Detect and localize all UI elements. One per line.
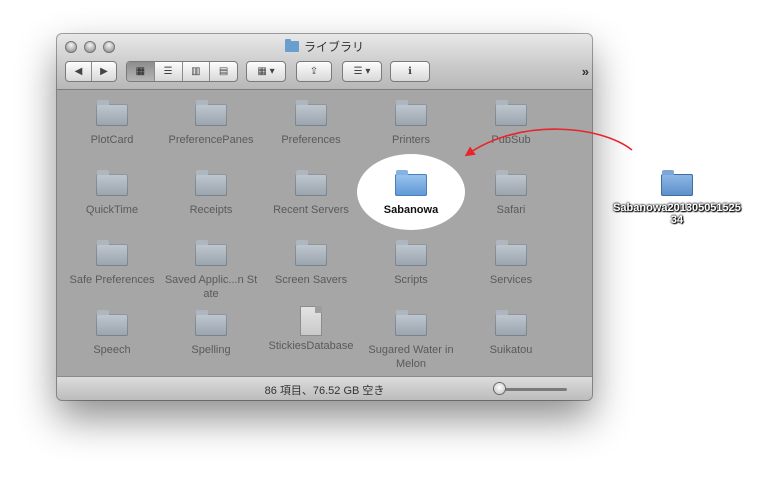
file-item[interactable]: Recent Servers	[263, 168, 359, 217]
folder-icon	[195, 240, 227, 266]
folder-icon	[395, 310, 427, 336]
file-item[interactable]: Scripts	[363, 238, 459, 287]
file-item[interactable]: PreferencePanes	[163, 98, 259, 147]
file-item[interactable]: Saved Applic...n State	[163, 238, 259, 301]
toolbar-overflow-icon[interactable]: »	[582, 64, 589, 79]
window-title-text: ライブラリ	[303, 40, 364, 54]
folder-icon	[96, 170, 128, 196]
icon-size-slider-thumb[interactable]	[494, 383, 505, 394]
file-item-label: PubSub	[491, 134, 531, 146]
folder-icon	[295, 100, 327, 126]
file-item[interactable]: Preferences	[263, 98, 359, 147]
file-item-label: Speech	[93, 344, 131, 356]
file-item[interactable]: Safe Preferences	[64, 238, 160, 287]
file-item[interactable]: Services	[463, 238, 559, 287]
folder-icon	[661, 170, 693, 196]
info-button[interactable]: ℹ	[390, 61, 430, 82]
file-item[interactable]: Suikatou	[463, 308, 559, 357]
share-icon: ⇪	[309, 66, 319, 77]
folder-icon	[395, 100, 427, 126]
column-view-button[interactable]: ▥	[183, 62, 211, 81]
file-item[interactable]: Sugared Water in Melon	[363, 308, 459, 371]
back-button[interactable]: ◀	[66, 62, 92, 81]
file-item[interactable]: Sabanowa	[363, 168, 459, 217]
file-icon-grid[interactable]: PlotCard PreferencePanes Preferences Printe…	[57, 90, 592, 376]
folder-icon	[295, 170, 327, 196]
folder-icon	[495, 100, 527, 126]
file-item-label: Receipts	[189, 204, 233, 216]
action-button[interactable]: ☰ ▾	[342, 61, 382, 82]
folder-icon	[195, 170, 227, 196]
file-item-label: PlotCard	[90, 134, 134, 146]
coverflow-view-button[interactable]: ▤	[210, 62, 237, 81]
file-item-label: Preferences	[281, 134, 341, 146]
file-item-label: Sabanowa	[383, 204, 439, 216]
file-item-label: Services	[489, 274, 533, 286]
file-item-label: StickiesDatabase	[268, 340, 354, 352]
file-item-label: PreferencePanes	[168, 134, 254, 146]
file-item-label: Saved Applic...n State	[164, 274, 258, 300]
title-bar[interactable]: ライブラリ ◀ ▶ ▦ ☰ ▥ ▤ ▦ ▾ ⇪ ☰ ▾ ℹ »	[57, 34, 592, 90]
file-item[interactable]: Spelling	[163, 308, 259, 357]
folder-icon	[96, 100, 128, 126]
arrange-icon: ▦ ▾	[257, 66, 275, 77]
file-item-label: Safe Preferences	[69, 274, 155, 286]
desktop-folder[interactable]: Sabanowa20130505152534	[612, 168, 742, 226]
folder-icon	[495, 240, 527, 266]
nav-buttons: ◀ ▶	[65, 61, 117, 82]
folder-icon	[195, 100, 227, 126]
folder-icon	[395, 170, 427, 196]
file-item[interactable]: PlotCard	[64, 98, 160, 147]
share-button[interactable]: ⇪	[296, 61, 332, 82]
file-item[interactable]: PubSub	[463, 98, 559, 147]
finder-window: ライブラリ ◀ ▶ ▦ ☰ ▥ ▤ ▦ ▾ ⇪ ☰ ▾ ℹ » PlotCard…	[57, 34, 592, 400]
file-item-label: Scripts	[394, 274, 428, 286]
file-item[interactable]: Printers	[363, 98, 459, 147]
file-item[interactable]: Speech	[64, 308, 160, 357]
folder-icon	[395, 240, 427, 266]
file-item-label: Screen Savers	[274, 274, 348, 286]
folder-icon	[96, 240, 128, 266]
info-icon: ℹ	[408, 66, 412, 77]
list-view-button[interactable]: ☰	[155, 62, 183, 81]
file-item-label: QuickTime	[85, 204, 139, 216]
action-icon: ☰ ▾	[353, 66, 371, 77]
folder-icon	[284, 39, 299, 52]
window-title: ライブラリ	[57, 38, 592, 55]
file-item[interactable]: QuickTime	[64, 168, 160, 217]
file-item-label: Sugared Water in Melon	[368, 344, 454, 370]
view-mode-buttons: ▦ ☰ ▥ ▤	[126, 61, 238, 82]
status-bar: 86 項目、76.52 GB 空き	[57, 376, 592, 400]
folder-icon	[295, 240, 327, 266]
desktop-folder-label: Sabanowa20130505152534	[613, 202, 741, 226]
icon-view-button[interactable]: ▦	[127, 62, 155, 81]
file-item[interactable]: Screen Savers	[263, 238, 359, 287]
file-item-label: Suikatou	[489, 344, 533, 356]
file-item-label: Spelling	[191, 344, 231, 356]
arrange-button[interactable]: ▦ ▾	[246, 61, 286, 82]
folder-icon	[96, 310, 128, 336]
file-item-label: Recent Servers	[273, 204, 349, 216]
document-icon	[300, 306, 322, 336]
file-item[interactable]: StickiesDatabase	[263, 306, 359, 353]
file-item-label: Safari	[496, 204, 526, 216]
forward-button[interactable]: ▶	[92, 62, 116, 81]
folder-icon	[495, 170, 527, 196]
file-item[interactable]: Receipts	[163, 168, 259, 217]
folder-icon	[195, 310, 227, 336]
file-item[interactable]: Safari	[463, 168, 559, 217]
file-item-label: Printers	[392, 134, 430, 146]
folder-icon	[495, 310, 527, 336]
